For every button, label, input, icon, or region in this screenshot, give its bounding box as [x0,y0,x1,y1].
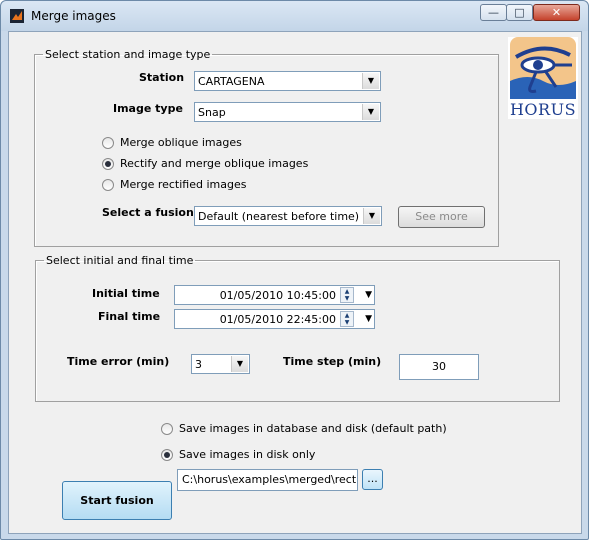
start-fusion-button[interactable]: Start fusion [62,481,172,520]
chevron-down-icon: ▼ [363,208,380,224]
station-label: Station [139,71,185,84]
initial-time-picker[interactable]: 01/05/2010 10:45:00 ▲ ▼ ▼ [174,285,375,305]
window-title: Merge images [31,9,116,23]
image-type-value: Snap [198,106,226,119]
time-step-label: Time step (min) [283,355,382,368]
chevron-down-icon[interactable]: ▼ [365,290,372,300]
time-error-label: Time error (min) [67,355,170,368]
fusion-select[interactable]: Default (nearest before time) ▼ [194,206,382,226]
chevron-down-icon[interactable]: ▼ [365,314,372,324]
spinner-icon[interactable]: ▲ ▼ [340,287,354,303]
save-path-input[interactable]: C:\horus\examples\merged\rectified [177,469,358,491]
radio-label: Save images in database and disk (defaul… [179,422,447,435]
eye-of-horus-icon [510,37,576,99]
title-bar: Merge images — □ ✕ [1,1,588,31]
fusion-value: Default (nearest before time) [198,210,360,223]
radio-dot [102,137,114,149]
initial-time-value: 01/05/2010 10:45:00 [219,289,336,302]
radio-dot [161,423,173,435]
radio-label: Save images in disk only [179,448,316,461]
spinner-icon[interactable]: ▲ ▼ [340,311,354,327]
chevron-down-icon: ▼ [362,73,379,89]
initial-time-label: Initial time [92,287,160,300]
time-step-input[interactable]: 30 [399,354,479,380]
final-time-label: Final time [98,310,161,323]
horus-logo: HORUS [508,37,578,119]
time-group-legend: Select initial and final time [46,254,194,267]
final-time-value: 01/05/2010 22:45:00 [219,313,336,326]
image-type-select[interactable]: Snap ▼ [194,102,381,122]
radio-dot-selected [102,158,114,170]
radio-label: Merge rectified images [120,178,247,191]
time-error-select[interactable]: 3 ▼ [191,354,250,374]
browse-button[interactable]: ... [362,469,383,490]
close-button[interactable]: ✕ [533,4,580,21]
station-select[interactable]: CARTAGENA ▼ [194,71,381,91]
radio-label: Rectify and merge oblique images [120,157,309,170]
radio-dot [102,179,114,191]
station-value: CARTAGENA [198,75,265,88]
client-area: Select station and image type Station CA… [8,31,582,534]
logo-text: HORUS [509,100,577,119]
time-error-value: 3 [195,358,202,371]
merge-images-window: Merge images — □ ✕ Select station and im… [0,0,589,540]
fusion-label: Select a fusion [102,206,194,219]
radio-label: Merge oblique images [120,136,242,149]
image-type-label: Image type [113,102,183,115]
matlab-icon [10,9,24,23]
see-more-button[interactable]: See more [398,206,485,228]
radio-dot-selected [161,449,173,461]
chevron-down-icon: ▼ [362,104,379,120]
chevron-down-icon: ▼ [231,356,248,372]
station-group-legend: Select station and image type [45,48,211,61]
final-time-picker[interactable]: 01/05/2010 22:45:00 ▲ ▼ ▼ [174,309,375,329]
maximize-button[interactable]: □ [506,4,533,21]
minimize-button[interactable]: — [480,4,507,21]
